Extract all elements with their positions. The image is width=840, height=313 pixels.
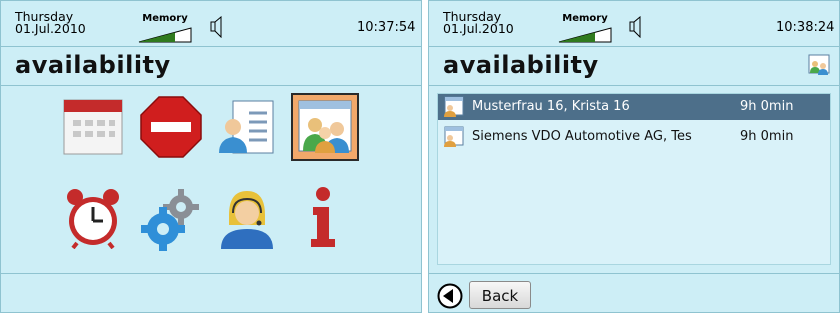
- status-bar: Thursday 01.Jul.2010 Memory 10:38:24: [429, 1, 839, 45]
- date-label: 01.Jul.2010: [443, 21, 514, 36]
- contact-name: Musterfrau 16, Krista 16: [472, 99, 630, 114]
- clock: 10:38:24: [776, 20, 835, 35]
- info-icon[interactable]: [291, 185, 355, 249]
- availability-duration: 9h 0min: [740, 129, 794, 144]
- list-item[interactable]: Musterfrau 16, Krista 16 9h 0min: [438, 94, 830, 120]
- availability-list[interactable]: Musterfrau 16, Krista 16 9h 0min Siemens…: [437, 93, 831, 265]
- title-bar: availability: [1, 46, 421, 86]
- availability-menu-screen: Thursday 01.Jul.2010 Memory 10:37:54 ava…: [0, 0, 422, 313]
- availability-list-screen: Thursday 01.Jul.2010 Memory 10:38:24 ava…: [428, 0, 840, 313]
- settings-gears-icon[interactable]: [139, 187, 203, 251]
- memory-level-icon: [558, 27, 612, 43]
- screen-panel: Thursday 01.Jul.2010 Memory 10:38:24 ava…: [428, 0, 840, 313]
- icon-grid: [1, 85, 421, 273]
- operator-headset-icon[interactable]: [215, 185, 279, 249]
- availability-group-icon: [807, 53, 831, 77]
- availability-list-area: Musterfrau 16, Krista 16 9h 0min Siemens…: [429, 85, 839, 273]
- speaker-icon: [210, 15, 224, 39]
- back-arrow-icon[interactable]: [437, 283, 463, 309]
- back-button[interactable]: Back: [469, 281, 531, 309]
- speaker-icon: [629, 15, 643, 39]
- contact-card-icon: [442, 126, 464, 148]
- memory-indicator: Memory: [135, 13, 195, 43]
- availability-duration: 9h 0min: [740, 99, 794, 114]
- clock: 10:37:54: [357, 20, 416, 35]
- contact-card-icon[interactable]: [215, 95, 279, 159]
- bottom-bar: Back: [429, 273, 839, 312]
- date-display: Thursday 01.Jul.2010: [15, 10, 86, 36]
- memory-level-icon: [138, 27, 192, 43]
- calendar-icon[interactable]: [61, 95, 125, 159]
- bottom-bar: [1, 273, 421, 312]
- status-bar: Thursday 01.Jul.2010 Memory 10:37:54: [1, 1, 421, 45]
- memory-indicator: Memory: [555, 13, 615, 43]
- title-bar: availability: [429, 46, 839, 86]
- list-item[interactable]: Siemens VDO Automotive AG, Tes 9h 0min: [438, 124, 830, 150]
- alarm-clock-icon[interactable]: [61, 185, 125, 249]
- contact-card-icon: [442, 96, 464, 118]
- date-label: 01.Jul.2010: [15, 21, 86, 36]
- screen-panel: Thursday 01.Jul.2010 Memory 10:37:54 ava…: [0, 0, 422, 313]
- page-title: availability: [443, 51, 599, 79]
- page-title: availability: [15, 51, 171, 79]
- availability-group-icon[interactable]: [291, 93, 359, 161]
- date-display: Thursday 01.Jul.2010: [443, 10, 514, 36]
- stop-sign-icon[interactable]: [139, 95, 203, 159]
- contact-name: Siemens VDO Automotive AG, Tes: [472, 129, 692, 144]
